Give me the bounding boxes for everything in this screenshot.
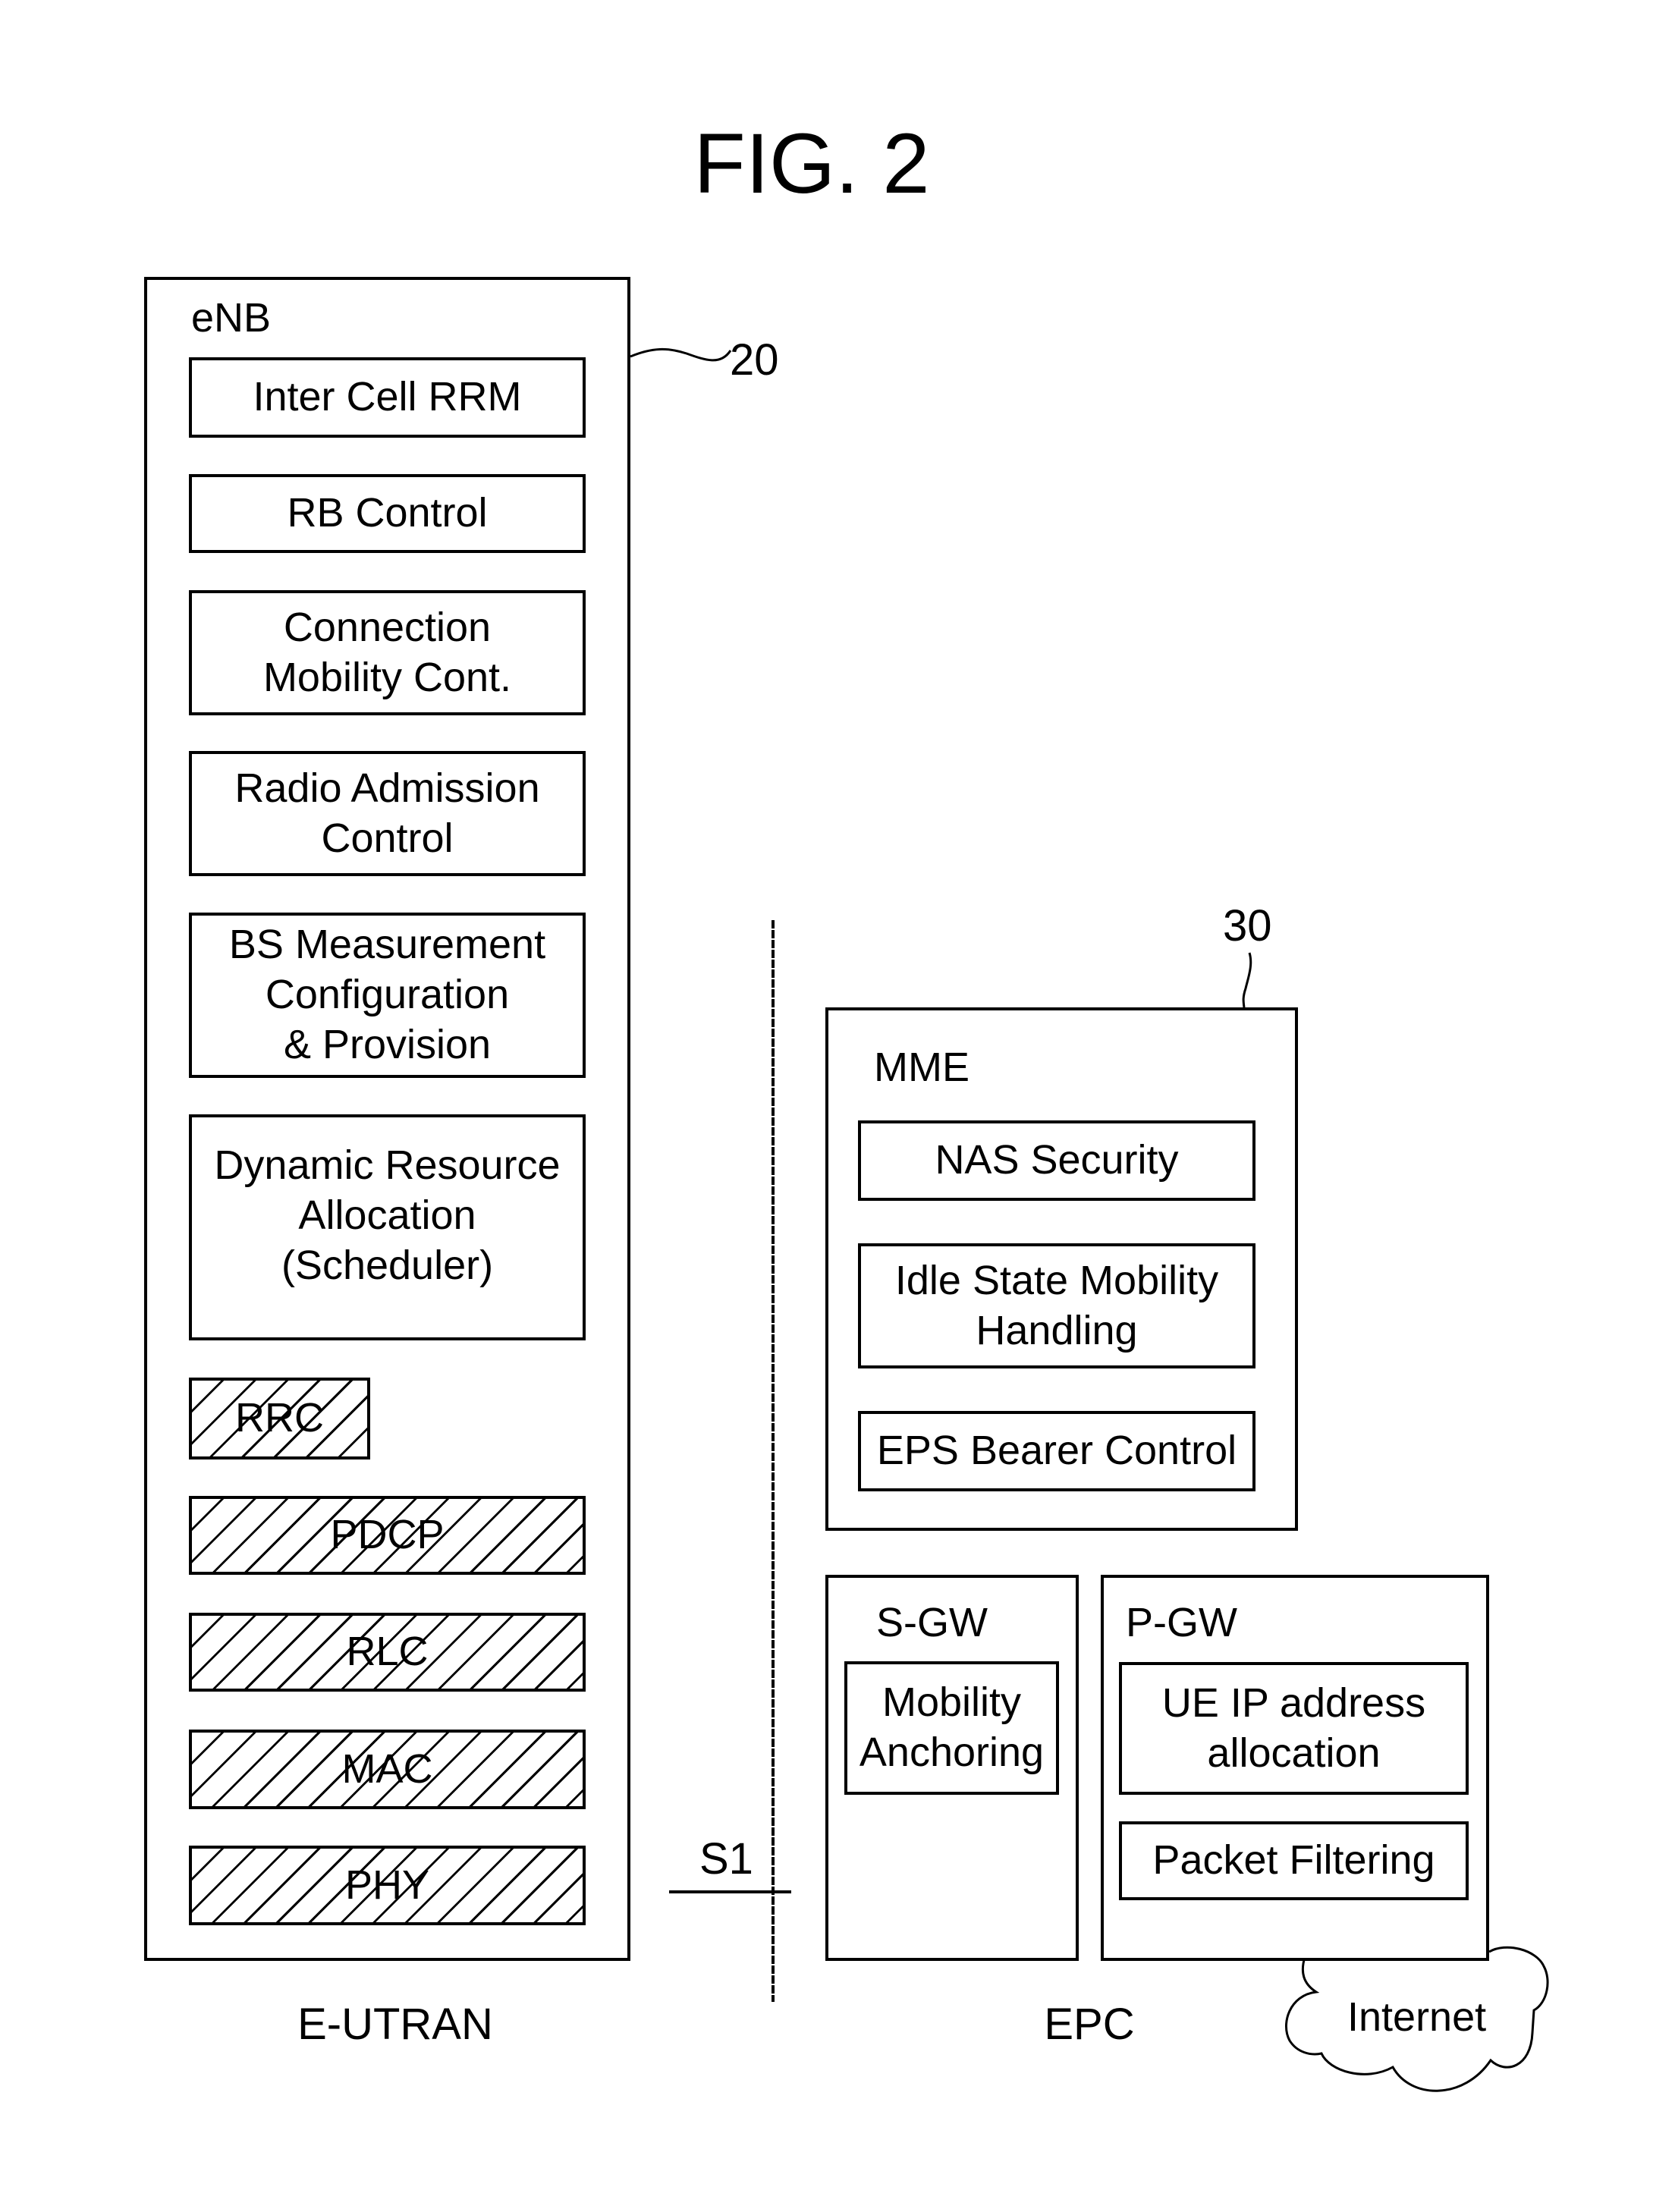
mobility-anchoring-block: Mobility Anchoring [844, 1661, 1059, 1795]
figure-title: FIG. 2 [693, 116, 930, 211]
mme-leader-line [1242, 952, 1252, 1008]
enb-label: eNB [191, 295, 272, 341]
internet-label: Internet [1347, 1994, 1487, 2040]
connection-mobility-block: Connection Mobility Cont. [189, 590, 586, 715]
pgw-label: P-GW [1126, 1600, 1237, 1645]
e-utran-domain-label: E-UTRAN [297, 2000, 493, 2049]
pdcp-layer-block: PDCP [189, 1496, 586, 1575]
packet-filtering-block: Packet Filtering [1119, 1821, 1469, 1900]
nas-security-block: NAS Security [858, 1120, 1255, 1201]
eps-bearer-control-block: EPS Bearer Control [858, 1411, 1255, 1491]
rlc-layer-block: RLC [189, 1613, 586, 1692]
idle-state-mobility-block: Idle State Mobility Handling [858, 1243, 1255, 1368]
mme-label: MME [874, 1045, 969, 1090]
rrc-layer-block: RRC [189, 1378, 370, 1459]
mme-ref-numeral: 30 [1223, 901, 1272, 950]
dynamic-resource-allocation-block: Dynamic Resource Allocation (Scheduler) [189, 1114, 586, 1340]
rb-control-block: RB Control [189, 474, 586, 553]
ue-ip-address-allocation-block: UE IP address allocation [1119, 1662, 1469, 1795]
enb-leader-line [630, 347, 732, 362]
bs-measurement-block: BS Measurement Configuration & Provision [189, 913, 586, 1078]
inter-cell-rrm-block: Inter Cell RRM [189, 357, 586, 438]
radio-admission-control-block: Radio Admission Control [189, 751, 586, 876]
mac-layer-block: MAC [189, 1730, 586, 1809]
phy-layer-block: PHY [189, 1846, 586, 1925]
sgw-label: S-GW [876, 1600, 988, 1645]
epc-domain-label: EPC [1044, 2000, 1135, 2049]
enb-ref-numeral: 20 [730, 335, 779, 385]
s1-interface-label: S1 [699, 1834, 753, 1884]
